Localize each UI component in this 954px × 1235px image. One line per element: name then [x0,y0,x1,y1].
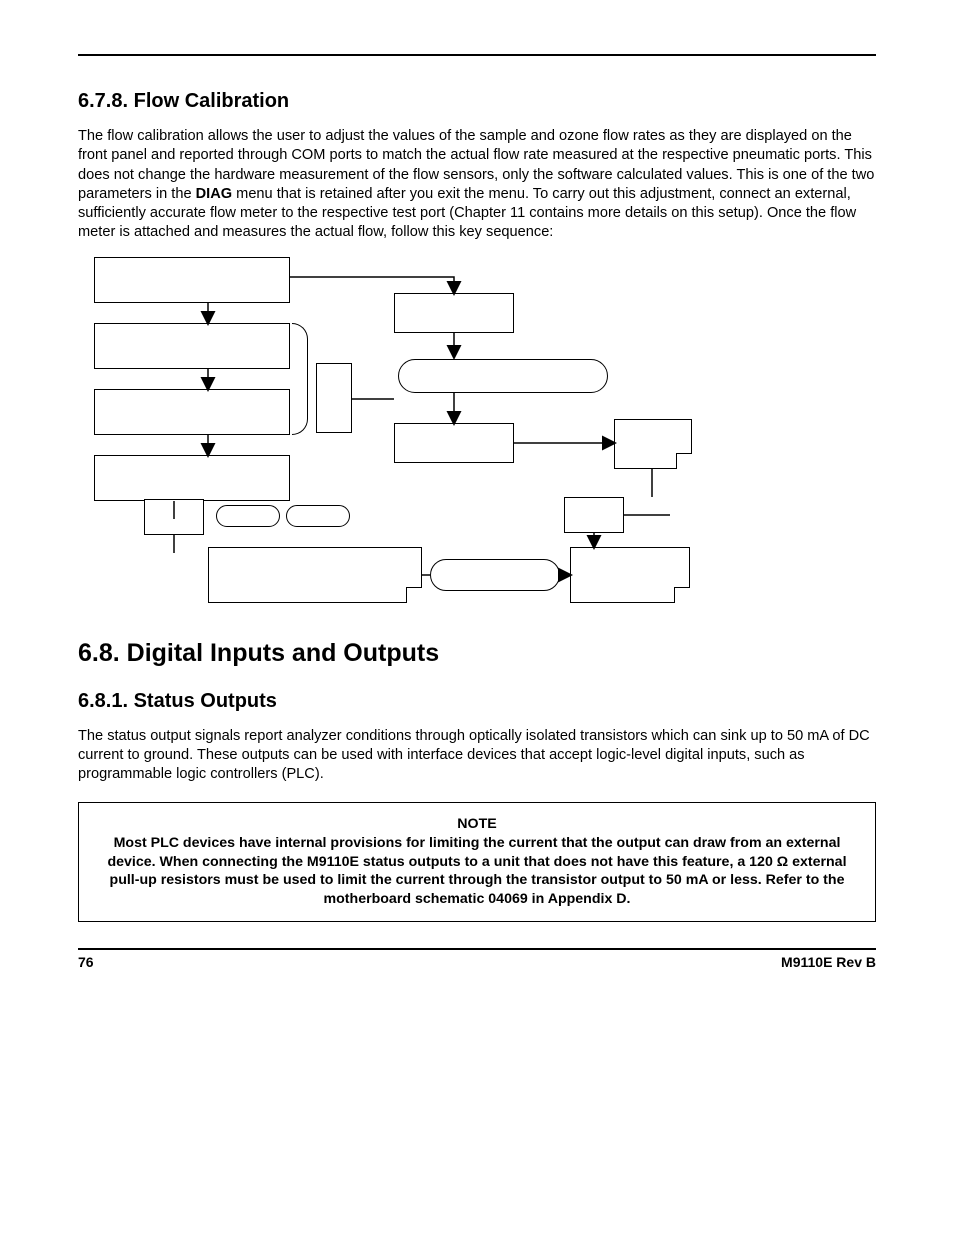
heading-681: 6.8.1. Status Outputs [78,690,876,713]
heading-678: 6.7.8. Flow Calibration [78,90,876,113]
top-rule [78,54,876,56]
heading-68: 6.8. Digital Inputs and Outputs [78,639,876,668]
para-678-diag: DIAG [196,186,232,202]
para-678: The flow calibration allows the user to … [78,127,876,243]
diagram-arrows [78,257,876,609]
flow-diagram [78,257,876,609]
footer: 76 M9110E Rev B [78,954,876,970]
note-title: NOTE [99,815,855,834]
para-681: The status output signals report analyze… [78,727,876,785]
doc-id: M9110E Rev B [781,954,876,970]
note-body: Most PLC devices have internal provision… [99,834,855,909]
note-box: NOTE Most PLC devices have internal prov… [78,802,876,922]
bottom-rule [78,948,876,950]
page-number: 76 [78,954,94,970]
